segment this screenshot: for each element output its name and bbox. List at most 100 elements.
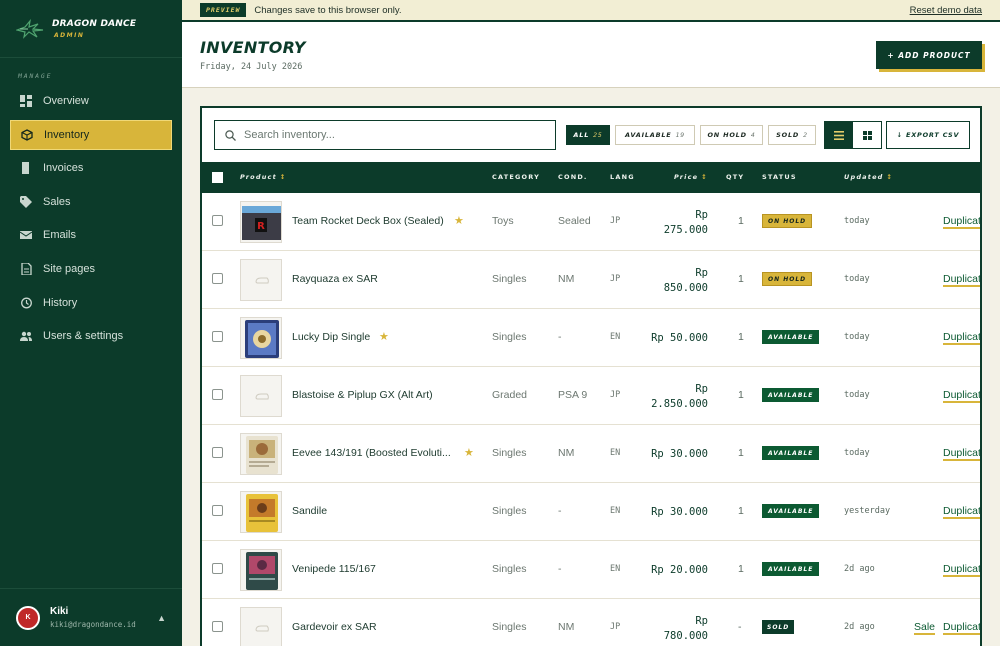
product-name[interactable]: Rayquaza ex SAR	[292, 273, 378, 285]
tag-icon	[20, 195, 32, 208]
filter-count: 2	[803, 131, 808, 139]
duplicate-link[interactable]: Duplicat	[943, 389, 980, 403]
price-currency: Rp	[695, 615, 708, 627]
grid-view-button[interactable]	[853, 122, 881, 148]
duplicate-link[interactable]: Duplicat	[943, 505, 980, 519]
product-name[interactable]: Sandile	[292, 505, 327, 517]
filter-on-hold[interactable]: ON HOLD 4	[700, 125, 763, 145]
user-menu[interactable]: K Kiki kiki@dragondance.id ▲	[0, 588, 182, 646]
row-checkbox[interactable]	[212, 331, 223, 342]
product-thumbnail-placeholder	[240, 607, 282, 646]
preview-bar: PREVIEW Changes save to this browser onl…	[182, 0, 1000, 22]
box-icon	[21, 128, 33, 141]
inventory-toolbar: ALL25 AVAILABLE19 ON HOLD4 SOLD2 ↓ EXPOR…	[202, 108, 980, 162]
product-price: Rp 20.000	[651, 564, 708, 576]
sidebar-item-users-settings[interactable]: Users & settings	[10, 321, 172, 351]
duplicate-link[interactable]: Duplicat	[943, 447, 980, 461]
column-price[interactable]: Price ↕	[674, 173, 708, 181]
sidebar-item-label: Sales	[43, 195, 71, 208]
duplicate-link[interactable]: Duplicat	[943, 621, 980, 635]
product-condition: NM	[558, 273, 575, 285]
filter-count: 4	[750, 131, 756, 139]
reset-demo-data-link[interactable]: Reset demo data	[910, 5, 982, 16]
filter-all[interactable]: ALL 25	[566, 125, 610, 145]
product-language: JP	[610, 390, 621, 400]
chevron-up-icon[interactable]: ▲	[157, 613, 166, 623]
product-name[interactable]: Blastoise & Piplup GX (Alt Art)	[292, 389, 433, 401]
column-language: LANG	[610, 173, 635, 181]
filter-available[interactable]: AVAILABLE 19	[615, 125, 695, 145]
table-row[interactable]: Blastoise & Piplup GX (Alt Art) Graded P…	[202, 367, 980, 425]
table-row[interactable]: R Team Rocket Deck Box (Sealed) ★ Toys S…	[202, 193, 980, 251]
brand[interactable]: DRAGON DANCE ADMIN	[0, 0, 182, 58]
product-quantity: 1	[738, 563, 744, 575]
table-row[interactable]: Venipede 115/167 Singles - EN Rp 20.000 …	[202, 541, 980, 599]
product-thumbnail	[240, 491, 282, 533]
row-checkbox[interactable]	[212, 389, 223, 400]
updated-time: yesterday	[844, 506, 891, 516]
product-name[interactable]: Venipede 115/167	[292, 563, 376, 575]
search-box[interactable]	[214, 120, 556, 150]
select-all-checkbox[interactable]	[212, 172, 223, 183]
sidebar-item-inventory[interactable]: Inventory	[10, 119, 172, 150]
sidebar-item-emails[interactable]: Emails	[10, 220, 172, 250]
list-view-button[interactable]	[825, 122, 853, 148]
product-category: Singles	[492, 447, 527, 459]
page-header: INVENTORY Friday, 24 July 2026 + ADD PRO…	[182, 22, 1000, 88]
sidebar-item-invoices[interactable]: Invoices	[10, 153, 172, 183]
table-row[interactable]: Lucky Dip Single ★ Singles - EN Rp 50.00…	[202, 309, 980, 367]
inventory-panel: ALL25 AVAILABLE19 ON HOLD4 SOLD2 ↓ EXPOR…	[200, 106, 982, 646]
search-input[interactable]	[244, 129, 544, 141]
sidebar-item-history[interactable]: History	[10, 288, 172, 318]
status-badge: AVAILABLE	[762, 446, 820, 460]
row-checkbox[interactable]	[212, 505, 223, 516]
column-category: CATEGORY	[492, 173, 540, 181]
view-toggle	[824, 121, 882, 149]
row-checkbox[interactable]	[212, 447, 223, 458]
duplicate-link[interactable]: Duplicat	[943, 331, 980, 345]
row-checkbox[interactable]	[212, 621, 223, 632]
row-checkbox[interactable]	[212, 215, 223, 226]
price-currency: Rp	[695, 209, 708, 221]
table-row[interactable]: Gardevoir ex SAR Singles NM JP Rp 780.000…	[202, 599, 980, 646]
sidebar-item-overview[interactable]: Overview	[10, 86, 172, 116]
row-checkbox[interactable]	[212, 273, 223, 284]
product-name[interactable]: Gardevoir ex SAR	[292, 621, 377, 633]
row-checkbox[interactable]	[212, 563, 223, 574]
duplicate-link[interactable]: Duplicat	[943, 563, 980, 577]
filter-sold[interactable]: SOLD 2	[768, 125, 816, 145]
status-badge: AVAILABLE	[762, 330, 820, 344]
grid-icon	[862, 130, 872, 140]
product-price: Rp 30.000	[651, 506, 708, 518]
column-updated[interactable]: Updated ↕	[844, 173, 893, 181]
product-thumbnail	[240, 317, 282, 359]
product-name[interactable]: Lucky Dip Single	[292, 331, 370, 343]
product-name[interactable]: Eevee 143/191 (Boosted Evoluti...	[292, 447, 451, 459]
table-row[interactable]: Eevee 143/191 (Boosted Evoluti... ★ Sing…	[202, 425, 980, 483]
product-quantity: 1	[738, 447, 744, 459]
export-csv-button[interactable]: ↓ EXPORT CSV	[886, 121, 970, 149]
table-row[interactable]: Sandile Singles - EN Rp 30.000 1 AVAILAB…	[202, 483, 980, 541]
duplicate-link[interactable]: Duplicat	[943, 215, 980, 229]
product-language: EN	[610, 506, 621, 516]
product-language: EN	[610, 332, 621, 342]
sidebar-item-sales[interactable]: Sales	[10, 187, 172, 217]
product-quantity: 1	[738, 273, 744, 285]
sale-link[interactable]: Sale	[914, 621, 936, 635]
product-category: Singles	[492, 621, 527, 633]
product-name[interactable]: Team Rocket Deck Box (Sealed)	[292, 215, 444, 227]
column-product[interactable]: Product ↕	[240, 173, 287, 181]
sort-icon: ↕	[279, 173, 287, 181]
table-row[interactable]: Rayquaza ex SAR Singles NM JP Rp 850.000 …	[202, 251, 980, 309]
sidebar-item-site-pages[interactable]: Site pages	[10, 254, 172, 284]
product-quantity: -	[738, 621, 742, 633]
sidebar-item-label: History	[43, 296, 78, 309]
updated-time: today	[844, 448, 870, 458]
preview-badge: PREVIEW	[200, 3, 247, 17]
sort-icon: ↕	[701, 173, 708, 181]
sidebar-item-label: Overview	[43, 95, 89, 107]
sidebar-item-label: Site pages	[43, 262, 95, 275]
add-product-button[interactable]: + ADD PRODUCT	[876, 41, 982, 69]
duplicate-link[interactable]: Duplicat	[943, 273, 980, 287]
price-currency: Rp	[695, 383, 708, 395]
